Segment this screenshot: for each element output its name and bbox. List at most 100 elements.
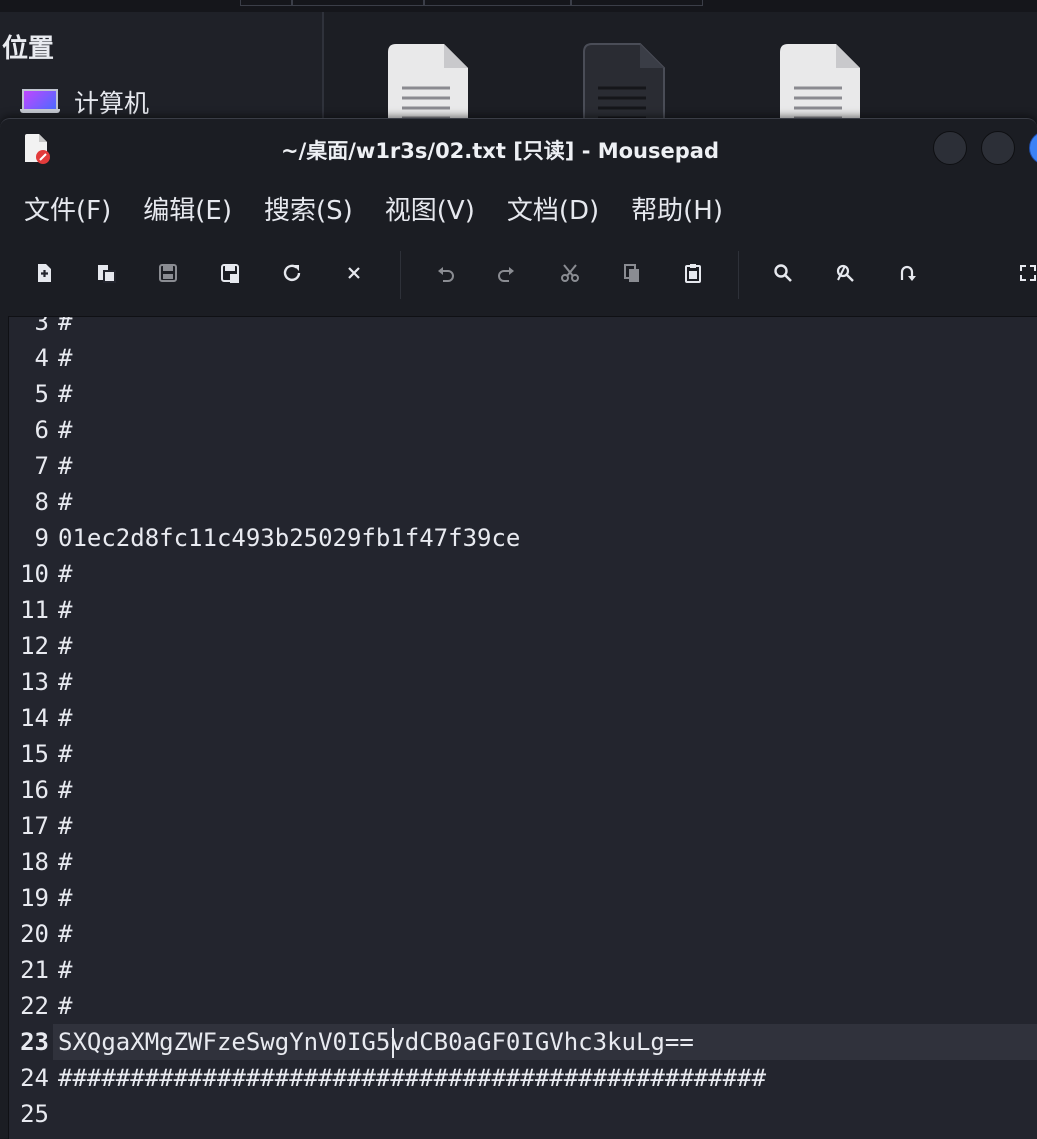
find-icon[interactable] bbox=[765, 255, 801, 291]
new-window-icon[interactable] bbox=[88, 255, 124, 291]
line-text: # bbox=[58, 380, 73, 408]
sidebar-item-label: 计算机 bbox=[74, 89, 150, 118]
line-number: 16 bbox=[20, 776, 49, 804]
line-text: # bbox=[58, 992, 73, 1020]
text-line[interactable]: 5 # bbox=[9, 376, 1037, 412]
menu-file[interactable]: 文件(F) bbox=[0, 185, 127, 237]
line-number: 3 bbox=[34, 316, 49, 336]
text-line[interactable]: 9 01ec2d8fc11c493b25029fb1f47f39ce bbox=[9, 520, 1037, 556]
tab-stub[interactable] bbox=[240, 0, 292, 6]
text-line[interactable]: 10 # bbox=[9, 556, 1037, 592]
file-manager-tabs bbox=[240, 0, 1037, 6]
line-number: 17 bbox=[20, 812, 49, 840]
new-document-icon[interactable] bbox=[26, 255, 62, 291]
line-number: 4 bbox=[34, 344, 49, 372]
text-line[interactable]: 25 bbox=[9, 1096, 1037, 1132]
text-line[interactable]: 24 ######################################… bbox=[9, 1060, 1037, 1096]
line-number: 18 bbox=[20, 848, 49, 876]
tab-stub[interactable] bbox=[424, 0, 571, 6]
line-number: 6 bbox=[34, 416, 49, 444]
toolbar-separator bbox=[738, 251, 739, 299]
reload-icon[interactable] bbox=[274, 255, 310, 291]
menu-help[interactable]: 帮助(H) bbox=[615, 185, 739, 237]
copy-icon[interactable] bbox=[614, 255, 650, 291]
save-as-icon[interactable] bbox=[212, 255, 248, 291]
line-number: 9 bbox=[34, 524, 49, 552]
line-text: # bbox=[58, 596, 73, 624]
text-line[interactable]: 3 # bbox=[9, 316, 1037, 340]
line-text: # bbox=[58, 560, 73, 588]
line-text: # bbox=[58, 884, 73, 912]
text-line[interactable]: 14 # bbox=[9, 700, 1037, 736]
tab-stub[interactable] bbox=[571, 0, 703, 6]
line-number: 20 bbox=[20, 920, 49, 948]
line-text: # bbox=[58, 776, 73, 804]
line-text: ########################################… bbox=[58, 1064, 767, 1092]
line-text: # bbox=[58, 488, 73, 516]
line-text: # bbox=[58, 316, 73, 336]
window-title: ~/桌面/w1r3s/02.txt [只读] - Mousepad bbox=[280, 139, 719, 163]
text-line[interactable]: 17 # bbox=[9, 808, 1037, 844]
line-text: 01ec2d8fc11c493b25029fb1f47f39ce bbox=[58, 524, 521, 552]
minimize-button[interactable] bbox=[933, 131, 967, 165]
text-line[interactable]: 22 # bbox=[9, 988, 1037, 1024]
sidebar-item-computer[interactable]: 计算机 bbox=[20, 84, 149, 120]
mousepad-window: ~/桌面/w1r3s/02.txt [只读] - Mousepad 文件(F) … bbox=[0, 118, 1037, 1139]
title-bar[interactable]: ~/桌面/w1r3s/02.txt [只读] - Mousepad bbox=[0, 119, 1037, 179]
file-manager-background: 位置 计算机 bbox=[0, 0, 1037, 133]
cut-icon[interactable] bbox=[552, 255, 588, 291]
line-number: 14 bbox=[20, 704, 49, 732]
line-number: 11 bbox=[20, 596, 49, 624]
line-number: 12 bbox=[20, 632, 49, 660]
menu-bar: 文件(F) 编辑(E) 搜索(S) 视图(V) 文档(D) 帮助(H) bbox=[0, 185, 739, 237]
line-text: # bbox=[58, 416, 73, 444]
fullscreen-icon[interactable] bbox=[1010, 255, 1037, 291]
go-to-line-icon[interactable] bbox=[889, 255, 925, 291]
undo-icon[interactable] bbox=[428, 255, 464, 291]
save-icon[interactable] bbox=[150, 255, 186, 291]
line-number: 22 bbox=[20, 992, 49, 1020]
maximize-button[interactable] bbox=[981, 131, 1015, 165]
menu-view[interactable]: 视图(V) bbox=[369, 185, 491, 237]
text-line[interactable]: 19 # bbox=[9, 880, 1037, 916]
file-grid bbox=[324, 12, 1037, 133]
line-text: # bbox=[58, 740, 73, 768]
menu-edit[interactable]: 编辑(E) bbox=[127, 185, 248, 237]
current-line[interactable]: 23 SXQgaXMgZWFzeSwgYnV0IG5vdCB0aGF0IGVhc3… bbox=[9, 1024, 1037, 1060]
text-line[interactable]: 4 # bbox=[9, 340, 1037, 376]
line-text: # bbox=[58, 704, 73, 732]
text-line[interactable]: 20 # bbox=[9, 916, 1037, 952]
line-number: 7 bbox=[34, 452, 49, 480]
text-line[interactable]: 7 # bbox=[9, 448, 1037, 484]
find-replace-icon[interactable] bbox=[827, 255, 863, 291]
tab-stub[interactable] bbox=[292, 0, 424, 6]
text-line[interactable]: 11 # bbox=[9, 592, 1037, 628]
text-line[interactable]: 15 # bbox=[9, 736, 1037, 772]
line-text: # bbox=[58, 920, 73, 948]
menu-document[interactable]: 文档(D) bbox=[491, 185, 615, 237]
paste-icon[interactable] bbox=[675, 255, 711, 291]
text-line[interactable]: 18 # bbox=[9, 844, 1037, 880]
text-line[interactable]: 6 # bbox=[9, 412, 1037, 448]
line-number: 24 bbox=[20, 1064, 49, 1092]
text-line[interactable]: 12 # bbox=[9, 628, 1037, 664]
toolbar-separator bbox=[400, 251, 401, 299]
text-cursor bbox=[391, 1028, 394, 1058]
text-line[interactable]: 8 # bbox=[9, 484, 1037, 520]
line-text: SXQgaXMgZWFzeSwgYnV0IG5vdCB0aGF0IGVhc3ku… bbox=[58, 1028, 694, 1056]
text-line[interactable]: 21 # bbox=[9, 952, 1037, 988]
line-text: # bbox=[58, 812, 73, 840]
places-heading: 位置 bbox=[2, 34, 55, 64]
text-line[interactable]: 13 # bbox=[9, 664, 1037, 700]
line-number: 8 bbox=[34, 488, 49, 516]
line-number: 15 bbox=[20, 740, 49, 768]
menu-search[interactable]: 搜索(S) bbox=[248, 185, 369, 237]
line-number: 13 bbox=[20, 668, 49, 696]
redo-icon[interactable] bbox=[488, 255, 524, 291]
line-text: # bbox=[58, 848, 73, 876]
text-editor[interactable]: 3 #4 #5 #6 #7 #8 #9 01ec2d8fc11c493b25029fb1f47… bbox=[8, 316, 1037, 1139]
close-document-icon[interactable] bbox=[336, 255, 372, 291]
close-button[interactable] bbox=[1029, 131, 1037, 165]
toolbar bbox=[0, 243, 1037, 305]
text-line[interactable]: 16 # bbox=[9, 772, 1037, 808]
